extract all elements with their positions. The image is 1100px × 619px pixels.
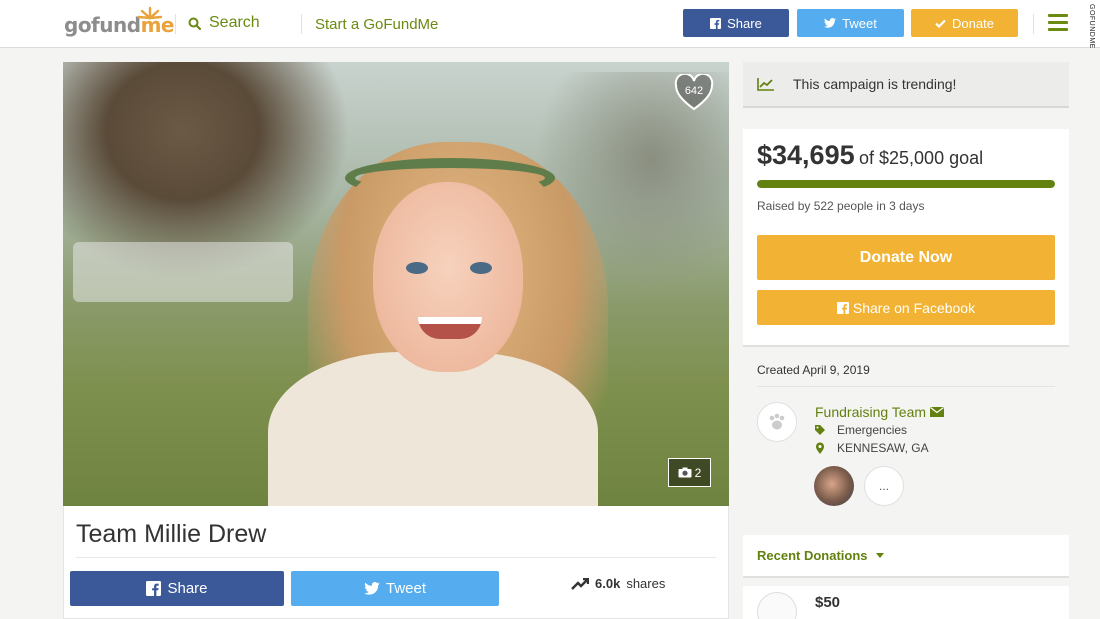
amount-raised: $34,695 bbox=[757, 140, 855, 170]
facebook-icon bbox=[836, 301, 849, 314]
share-label: Share bbox=[167, 580, 208, 597]
donation-amount: $50 bbox=[815, 594, 841, 611]
location-label: KENNESAW, GA bbox=[837, 441, 929, 455]
progress-bar bbox=[757, 180, 1055, 188]
organizer-link[interactable]: Fundraising Team bbox=[815, 404, 945, 420]
search-icon bbox=[188, 17, 201, 30]
camera-icon bbox=[678, 467, 692, 478]
campaign-share-button[interactable]: Share bbox=[70, 571, 284, 606]
gofundme-logo[interactable]: gofundme bbox=[64, 6, 174, 38]
header-tweet-button[interactable]: Tweet bbox=[797, 9, 904, 37]
facebook-icon bbox=[146, 581, 162, 596]
tweet-label: Tweet bbox=[842, 15, 877, 31]
start-gofundme-link[interactable]: Start a GoFundMe bbox=[315, 16, 438, 33]
line-chart-icon bbox=[757, 78, 774, 91]
campaign-category[interactable]: Emergencies bbox=[815, 423, 907, 437]
top-navigation: gofundme Search Start a GoFundMe Share T… bbox=[0, 0, 1100, 48]
logo-sun-icon bbox=[137, 6, 163, 20]
share-count: 6.0k shares bbox=[571, 576, 665, 591]
header-share-button[interactable]: Share bbox=[683, 9, 789, 37]
search-link[interactable]: Search bbox=[188, 14, 260, 32]
tweet-label: Tweet bbox=[385, 580, 427, 597]
share-facebook-label: Share on Facebook bbox=[852, 299, 976, 316]
heart-count: 642 bbox=[684, 85, 704, 97]
map-pin-icon bbox=[816, 442, 824, 454]
share-label: Share bbox=[727, 15, 762, 31]
facebook-icon bbox=[710, 17, 722, 29]
twitter-icon bbox=[364, 582, 380, 595]
header-divider bbox=[175, 14, 176, 34]
campaign-photo[interactable] bbox=[63, 62, 729, 506]
envelope-icon[interactable] bbox=[930, 407, 945, 417]
goal-text: of $25,000 goal bbox=[859, 148, 984, 168]
header-donate-button[interactable]: Donate bbox=[911, 9, 1018, 37]
created-date: Created April 9, 2019 bbox=[757, 363, 870, 377]
category-label: Emergencies bbox=[837, 423, 908, 437]
raised-by-text: Raised by 522 people in 3 days bbox=[757, 199, 925, 213]
shares-suffix: shares bbox=[626, 576, 666, 591]
trending-text: This campaign is trending! bbox=[793, 76, 957, 92]
hamburger-menu-icon[interactable] bbox=[1048, 14, 1068, 32]
trending-arrow-icon bbox=[571, 577, 589, 590]
team-member-avatar[interactable] bbox=[814, 466, 854, 506]
checkmark-icon bbox=[935, 19, 946, 28]
campaign-title: Team Millie Drew bbox=[76, 520, 267, 548]
campaign-tweet-button[interactable]: Tweet bbox=[291, 571, 499, 606]
image-credit: GOFUNDME bbox=[1088, 4, 1095, 49]
donate-now-button[interactable]: Donate Now bbox=[757, 235, 1055, 280]
created-divider bbox=[757, 386, 1055, 387]
trending-banner: This campaign is trending! bbox=[743, 62, 1069, 108]
header-divider bbox=[1033, 14, 1034, 34]
donate-label: Donate bbox=[952, 15, 994, 31]
recent-donations-label: Recent Donations bbox=[757, 548, 868, 563]
caret-down-icon bbox=[875, 553, 884, 558]
campaign-location: KENNESAW, GA bbox=[815, 441, 929, 455]
share-on-facebook-button[interactable]: Share on Facebook bbox=[757, 290, 1055, 325]
paw-icon bbox=[769, 413, 785, 430]
organizer-avatar[interactable] bbox=[757, 402, 797, 442]
more-members-button[interactable]: ... bbox=[864, 466, 904, 506]
photo-count: 2 bbox=[694, 465, 702, 480]
progress-bar-fill bbox=[757, 180, 1055, 188]
photo-gallery-button[interactable]: 2 bbox=[668, 458, 711, 487]
header-divider bbox=[301, 14, 302, 34]
organizer-name: Fundraising Team bbox=[815, 404, 927, 420]
search-label: Search bbox=[209, 14, 260, 31]
title-divider bbox=[76, 557, 716, 558]
shares-number: 6.0k bbox=[595, 576, 621, 591]
recent-donations-toggle[interactable]: Recent Donations bbox=[743, 535, 1069, 578]
tag-icon bbox=[815, 425, 825, 435]
twitter-icon bbox=[824, 18, 837, 28]
